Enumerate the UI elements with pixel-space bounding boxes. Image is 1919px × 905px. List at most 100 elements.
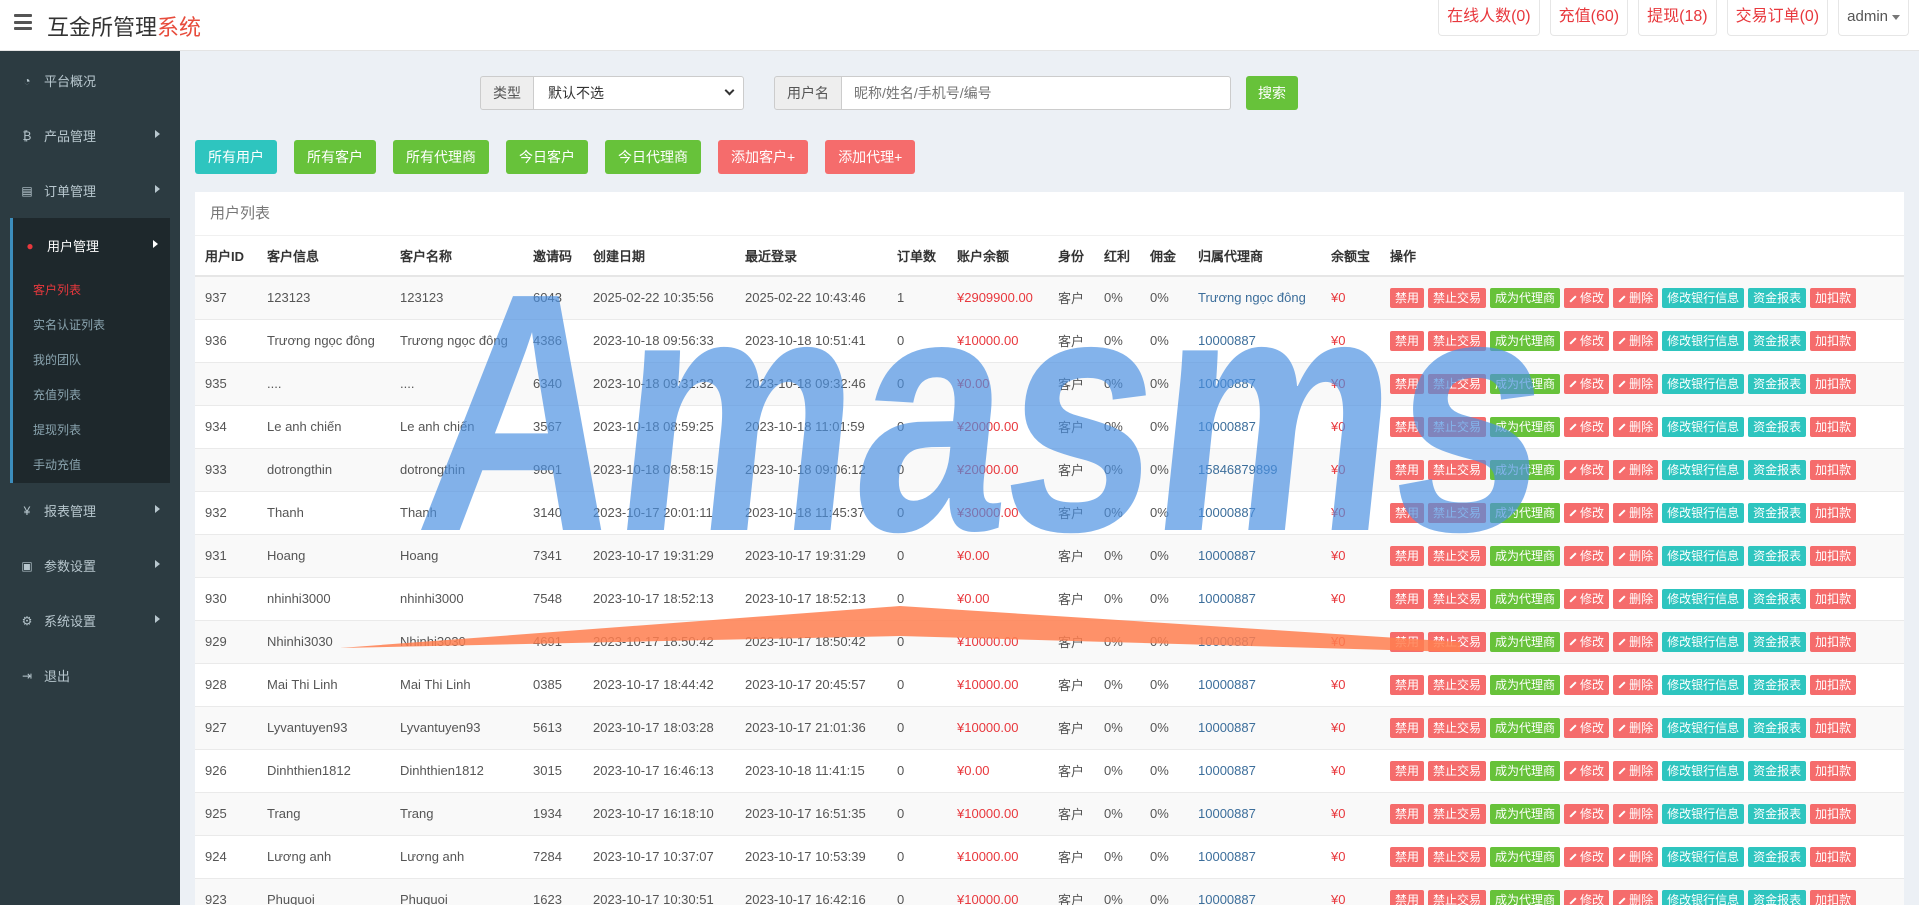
ban-trade-button[interactable]: 禁止交易 <box>1428 502 1487 523</box>
edit-button[interactable]: 修改 <box>1564 330 1610 351</box>
edit-bank-button[interactable]: 修改银行信息 <box>1662 674 1745 695</box>
fund-report-button[interactable]: 资金报表 <box>1748 502 1807 523</box>
delete-button[interactable]: 删除 <box>1613 889 1659 905</box>
edit-button[interactable]: 修改 <box>1564 416 1610 437</box>
delete-button[interactable]: 删除 <box>1613 287 1659 308</box>
sidebar-item-system[interactable]: ⚙ 系统设置 <box>0 593 180 648</box>
make-agent-button[interactable]: 成为代理商 <box>1490 287 1561 308</box>
sidebar-sub-my-team[interactable]: 我的团队 <box>13 343 170 378</box>
cell-agent[interactable]: 10000887 <box>1188 748 1321 792</box>
sidebar-item-users[interactable]: ● 用户管理 <box>13 218 170 273</box>
edit-bank-button[interactable]: 修改银行信息 <box>1662 459 1745 480</box>
disable-button[interactable]: 禁用 <box>1390 545 1425 566</box>
cell-agent[interactable]: 10000887 <box>1188 404 1321 448</box>
edit-button[interactable]: 修改 <box>1564 846 1610 867</box>
cell-agent[interactable]: 10000887 <box>1188 662 1321 706</box>
adjust-balance-button[interactable]: 加扣款 <box>1810 502 1857 523</box>
make-agent-button[interactable]: 成为代理商 <box>1490 459 1561 480</box>
adjust-balance-button[interactable]: 加扣款 <box>1810 760 1857 781</box>
ban-trade-button[interactable]: 禁止交易 <box>1428 760 1487 781</box>
cell-agent[interactable]: 10000887 <box>1188 576 1321 620</box>
user-menu-button[interactable]: admin <box>1838 0 1909 36</box>
disable-button[interactable]: 禁用 <box>1390 287 1425 308</box>
type-select[interactable]: 默认不选 <box>534 76 744 110</box>
edit-button[interactable]: 修改 <box>1564 373 1610 394</box>
cell-agent[interactable]: 10000887 <box>1188 705 1321 749</box>
make-agent-button[interactable]: 成为代理商 <box>1490 416 1561 437</box>
hamburger-menu-icon[interactable] <box>14 14 32 30</box>
edit-bank-button[interactable]: 修改银行信息 <box>1662 889 1745 905</box>
adjust-balance-button[interactable]: 加扣款 <box>1810 717 1857 738</box>
edit-button[interactable]: 修改 <box>1564 459 1610 480</box>
edit-button[interactable]: 修改 <box>1564 545 1610 566</box>
make-agent-button[interactable]: 成为代理商 <box>1490 631 1561 652</box>
adjust-balance-button[interactable]: 加扣款 <box>1810 330 1857 351</box>
adjust-balance-button[interactable]: 加扣款 <box>1810 287 1857 308</box>
delete-button[interactable]: 删除 <box>1613 760 1659 781</box>
sidebar-sub-verification-list[interactable]: 实名认证列表 <box>13 308 170 343</box>
cell-agent[interactable]: Trương ngọc đông <box>1188 275 1321 319</box>
make-agent-button[interactable]: 成为代理商 <box>1490 717 1561 738</box>
edit-bank-button[interactable]: 修改银行信息 <box>1662 373 1745 394</box>
edit-button[interactable]: 修改 <box>1564 287 1610 308</box>
ban-trade-button[interactable]: 禁止交易 <box>1428 588 1487 609</box>
edit-bank-button[interactable]: 修改银行信息 <box>1662 416 1745 437</box>
withdraw-count-button[interactable]: 提现(18) <box>1638 0 1717 36</box>
cell-agent[interactable]: 10000887 <box>1188 490 1321 534</box>
delete-button[interactable]: 删除 <box>1613 717 1659 738</box>
fund-report-button[interactable]: 资金报表 <box>1748 459 1807 480</box>
recharge-count-button[interactable]: 充值(60) <box>1549 0 1629 36</box>
delete-button[interactable]: 删除 <box>1613 674 1659 695</box>
ban-trade-button[interactable]: 禁止交易 <box>1428 287 1487 308</box>
delete-button[interactable]: 删除 <box>1613 416 1659 437</box>
adjust-balance-button[interactable]: 加扣款 <box>1810 674 1857 695</box>
fund-report-button[interactable]: 资金报表 <box>1748 674 1807 695</box>
all-customers-button[interactable]: 所有客户 <box>294 140 376 174</box>
make-agent-button[interactable]: 成为代理商 <box>1490 373 1561 394</box>
edit-bank-button[interactable]: 修改银行信息 <box>1662 803 1745 824</box>
disable-button[interactable]: 禁用 <box>1390 459 1425 480</box>
sidebar-item-dashboard[interactable]: ◔ 平台概况 <box>0 53 180 108</box>
disable-button[interactable]: 禁用 <box>1390 588 1425 609</box>
cell-agent[interactable]: 10000887 <box>1188 791 1321 835</box>
delete-button[interactable]: 删除 <box>1613 502 1659 523</box>
cell-agent[interactable]: 10000887 <box>1188 361 1321 405</box>
fund-report-button[interactable]: 资金报表 <box>1748 760 1807 781</box>
fund-report-button[interactable]: 资金报表 <box>1748 588 1807 609</box>
ban-trade-button[interactable]: 禁止交易 <box>1428 889 1487 905</box>
edit-bank-button[interactable]: 修改银行信息 <box>1662 760 1745 781</box>
search-button[interactable]: 搜索 <box>1246 76 1298 110</box>
cell-agent[interactable]: 10000887 <box>1188 318 1321 362</box>
add-customer-button[interactable]: 添加客户+ <box>718 140 809 174</box>
today-agents-button[interactable]: 今日代理商 <box>605 140 701 174</box>
disable-button[interactable]: 禁用 <box>1390 373 1425 394</box>
ban-trade-button[interactable]: 禁止交易 <box>1428 674 1487 695</box>
adjust-balance-button[interactable]: 加扣款 <box>1810 889 1857 905</box>
delete-button[interactable]: 删除 <box>1613 545 1659 566</box>
edit-bank-button[interactable]: 修改银行信息 <box>1662 502 1745 523</box>
ban-trade-button[interactable]: 禁止交易 <box>1428 373 1487 394</box>
add-agent-button[interactable]: 添加代理+ <box>825 140 916 174</box>
ban-trade-button[interactable]: 禁止交易 <box>1428 631 1487 652</box>
make-agent-button[interactable]: 成为代理商 <box>1490 760 1561 781</box>
disable-button[interactable]: 禁用 <box>1390 416 1425 437</box>
ban-trade-button[interactable]: 禁止交易 <box>1428 717 1487 738</box>
ban-trade-button[interactable]: 禁止交易 <box>1428 545 1487 566</box>
adjust-balance-button[interactable]: 加扣款 <box>1810 545 1857 566</box>
ban-trade-button[interactable]: 禁止交易 <box>1428 803 1487 824</box>
sidebar-sub-withdraw-list[interactable]: 提现列表 <box>13 413 170 448</box>
disable-button[interactable]: 禁用 <box>1390 717 1425 738</box>
cell-agent[interactable]: 10000887 <box>1188 619 1321 663</box>
sidebar-sub-customer-list[interactable]: 客户列表 <box>13 273 170 308</box>
fund-report-button[interactable]: 资金报表 <box>1748 631 1807 652</box>
make-agent-button[interactable]: 成为代理商 <box>1490 588 1561 609</box>
sidebar-sub-recharge-list[interactable]: 充值列表 <box>13 378 170 413</box>
sidebar-item-logout[interactable]: ⇥ 退出 <box>0 648 180 703</box>
adjust-balance-button[interactable]: 加扣款 <box>1810 416 1857 437</box>
adjust-balance-button[interactable]: 加扣款 <box>1810 588 1857 609</box>
edit-button[interactable]: 修改 <box>1564 717 1610 738</box>
disable-button[interactable]: 禁用 <box>1390 502 1425 523</box>
delete-button[interactable]: 删除 <box>1613 846 1659 867</box>
make-agent-button[interactable]: 成为代理商 <box>1490 545 1561 566</box>
edit-bank-button[interactable]: 修改银行信息 <box>1662 717 1745 738</box>
